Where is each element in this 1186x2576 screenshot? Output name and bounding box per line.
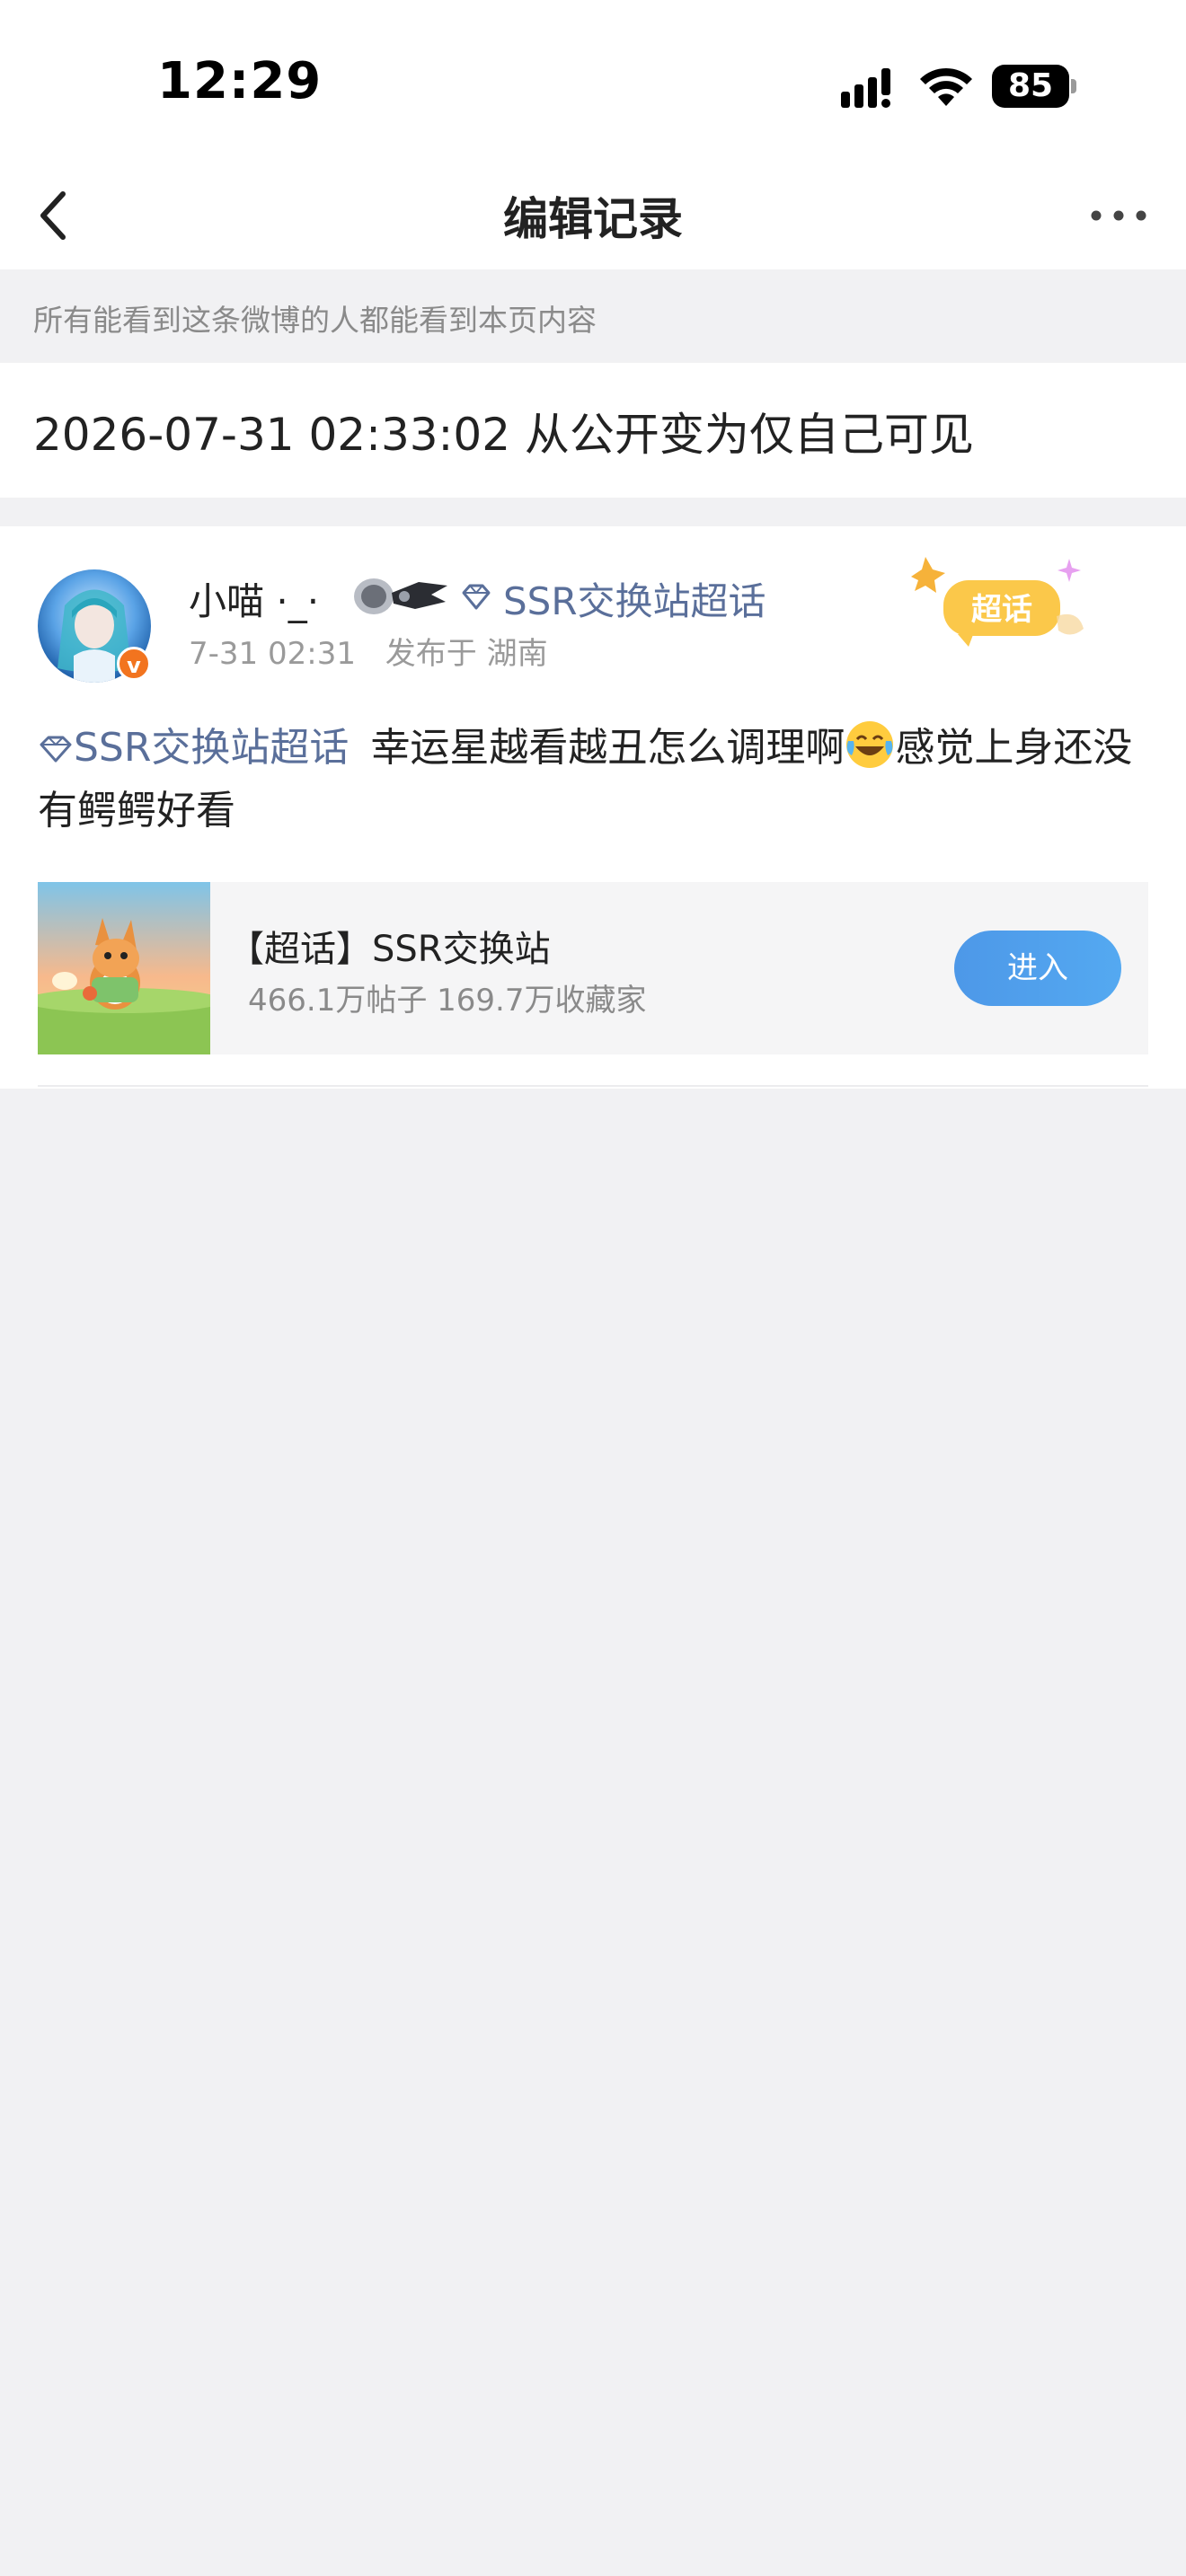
status-bar: 12:29 85: [0, 0, 1186, 162]
post-meta: 7-31 02:31 发布于 湖南: [189, 629, 548, 673]
edit-record-item: 2026-07-31 02:33:02 从公开变为仅自己可见: [0, 363, 1186, 498]
diamond-icon: [40, 736, 72, 763]
supertopic-card[interactable]: 【超话】SSR交换站 466.1万帖子 169.7万收藏家 进入: [38, 882, 1148, 1054]
sticker-text: 超话: [971, 592, 1032, 628]
post-card: v 小喵 ·_· SSR交换站超话 超话 7-31 02:31 发布于 湖南 S…: [0, 526, 1186, 1089]
user-medal-icon: [354, 578, 447, 614]
notice-text: 所有能看到这条微博的人都能看到本页内容: [33, 303, 597, 338]
supertopic-card-stats: 466.1万帖子 169.7万收藏家: [248, 983, 647, 1019]
verified-badge-icon: v: [117, 647, 151, 681]
laughing-emoji-icon: [846, 721, 894, 768]
edit-record-text: 2026-07-31 02:33:02 从公开变为仅自己可见: [33, 409, 974, 461]
status-time: 12:29: [157, 52, 323, 110]
post-time: 7-31 02:31: [189, 636, 356, 672]
post-topic-text: SSR交换站超话: [74, 725, 350, 771]
battery-icon: 85: [992, 65, 1078, 108]
username[interactable]: 小喵 ·_·: [189, 571, 319, 626]
post-body: SSR交换站超话 幸运星越看越丑怎么调理啊 感觉上身还没有鳄鳄好看: [38, 717, 1152, 842]
supertopic-link[interactable]: SSR交换站超话: [503, 571, 766, 626]
supertopic-card-title: 【超话】SSR交换站: [228, 929, 551, 970]
diamond-icon: [462, 584, 491, 610]
wifi-icon: [920, 67, 972, 106]
post-topic-link[interactable]: SSR交换站超话: [38, 725, 349, 771]
enter-button[interactable]: 进入: [954, 931, 1121, 1006]
nav-bar: 编辑记录: [0, 162, 1186, 269]
visibility-notice: 所有能看到这条微博的人都能看到本页内容: [0, 269, 1186, 363]
battery-level: 85: [1007, 67, 1054, 104]
chaohua-sticker-icon: 超话: [911, 557, 1084, 647]
more-dots-icon[interactable]: [1078, 189, 1159, 243]
signal-icon: [841, 68, 890, 108]
post-text-part-1: 幸运星越看越丑怎么调理啊: [370, 725, 845, 771]
divider: [38, 1085, 1148, 1087]
screen: 12:29 85 编辑记录 所有能看到这条微博的人都能看到本页内容 2026-0…: [0, 0, 1186, 2576]
page-title: 编辑记录: [503, 193, 683, 245]
post-location: 发布于 湖南: [385, 636, 548, 672]
supertopic-thumbnail: [38, 882, 210, 1054]
